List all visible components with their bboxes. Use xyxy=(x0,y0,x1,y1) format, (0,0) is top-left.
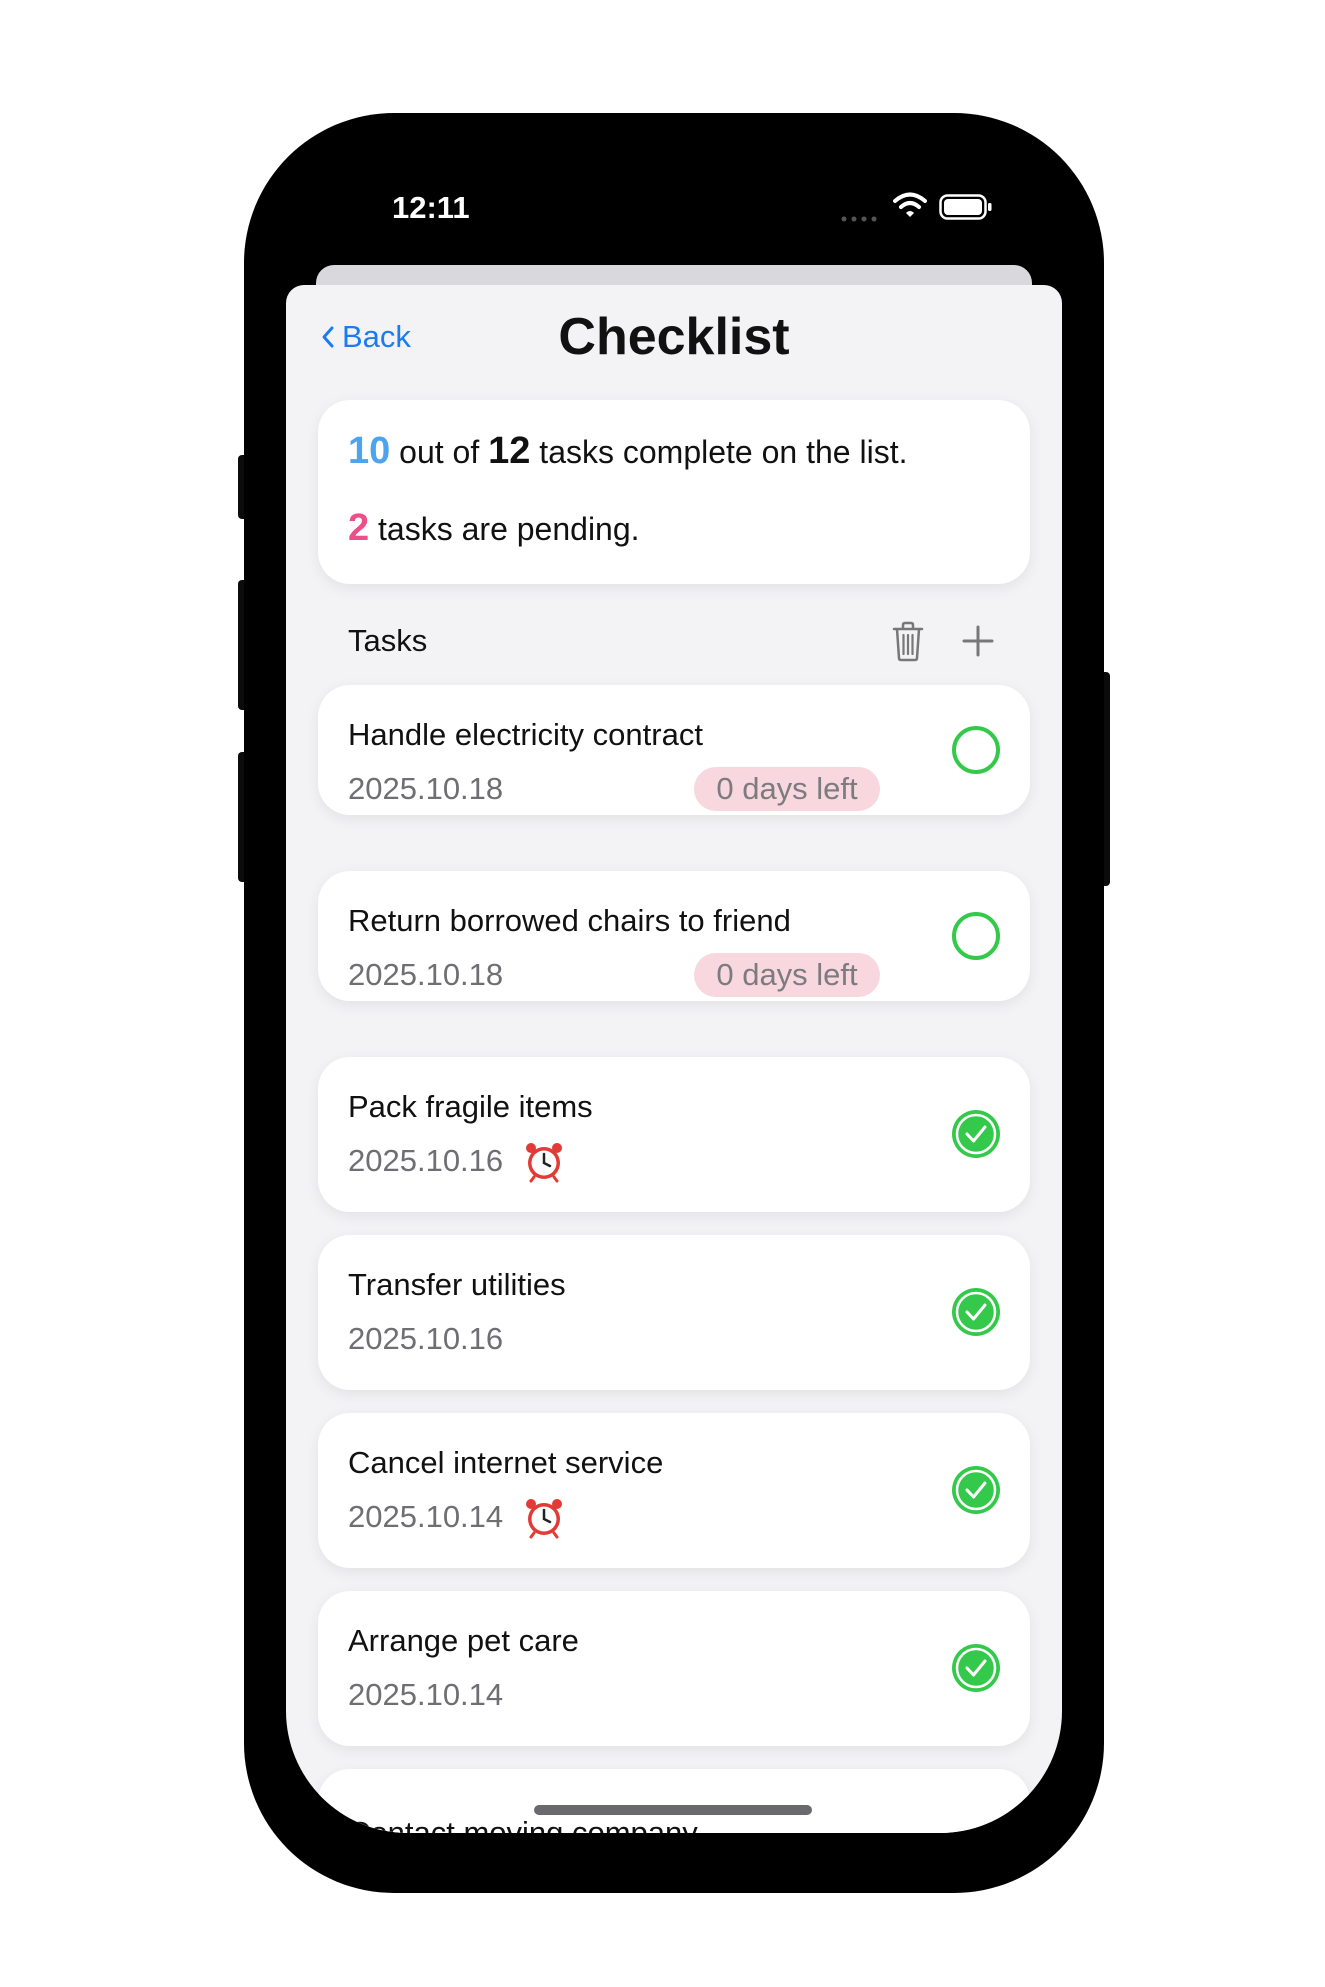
completed-count: 10 xyxy=(348,430,391,472)
pending-summary: 2 tasks are pending. xyxy=(348,507,640,550)
task-card[interactable]: Handle electricity contract 2025.10.18 0… xyxy=(318,685,1030,815)
task-card[interactable]: Return borrowed chairs to friend 2025.10… xyxy=(318,871,1030,1001)
checklist-screen: Back Checklist 10 out of 12 tasks comple… xyxy=(286,285,1062,1833)
task-title-partial: Contact moving company xyxy=(348,1815,698,1833)
task-card[interactable]: Arrange pet care 2025.10.14 xyxy=(318,1591,1030,1746)
task-date: 2025.10.16 xyxy=(348,1143,504,1178)
plus-icon[interactable] xyxy=(960,623,996,659)
days-left-badge: 0 days left xyxy=(694,767,880,811)
empty-circle-icon[interactable] xyxy=(950,724,1002,776)
alarm-clock-icon xyxy=(526,1499,562,1539)
pending-count: 2 xyxy=(348,507,370,549)
task-card[interactable]: Pack fragile items 2025.10.16 xyxy=(318,1057,1030,1212)
page-title: Checklist xyxy=(558,308,790,366)
wifi-icon xyxy=(893,192,927,217)
pending-suffix-text: tasks are pending. xyxy=(369,511,640,547)
home-indicator xyxy=(534,1805,812,1815)
task-title: Handle electricity contract xyxy=(348,717,703,752)
task-title: Arrange pet care xyxy=(348,1623,579,1658)
status-bar: 12:11 xyxy=(244,113,1104,263)
task-title: Cancel internet service xyxy=(348,1445,664,1480)
checkmark-circle-icon[interactable] xyxy=(950,1286,1002,1338)
summary-card: 10 out of 12 tasks complete on the list.… xyxy=(318,400,1030,584)
status-time: 12:11 xyxy=(392,190,470,225)
battery-icon xyxy=(939,194,992,220)
task-date: 2025.10.16 xyxy=(348,1321,504,1356)
checkmark-circle-icon[interactable] xyxy=(950,1642,1002,1694)
task-date: 2025.10.18 xyxy=(348,957,504,992)
task-card[interactable]: Transfer utilities 2025.10.16 xyxy=(318,1235,1030,1390)
empty-circle-icon[interactable] xyxy=(950,910,1002,962)
summary-suffix-text: tasks complete on the list. xyxy=(530,434,908,470)
alarm-clock-icon xyxy=(526,1143,562,1183)
task-title: Return borrowed chairs to friend xyxy=(348,903,791,938)
task-title: Transfer utilities xyxy=(348,1267,566,1302)
checkmark-circle-icon[interactable] xyxy=(950,1108,1002,1160)
task-date: 2025.10.14 xyxy=(348,1677,504,1712)
task-title: Pack fragile items xyxy=(348,1089,593,1124)
cellular-signal-icon xyxy=(841,216,877,222)
total-count: 12 xyxy=(488,430,531,472)
task-date: 2025.10.18 xyxy=(348,771,504,806)
completion-summary: 10 out of 12 tasks complete on the list. xyxy=(348,430,907,473)
task-date: 2025.10.14 xyxy=(348,1499,504,1534)
tasks-section-header: Tasks xyxy=(348,623,428,658)
trash-icon[interactable] xyxy=(888,619,928,663)
summary-between-text: out of xyxy=(390,434,489,470)
task-card[interactable]: Cancel internet service 2025.10.14 xyxy=(318,1413,1030,1568)
days-left-badge: 0 days left xyxy=(694,953,880,997)
checkmark-circle-icon[interactable] xyxy=(950,1464,1002,1516)
